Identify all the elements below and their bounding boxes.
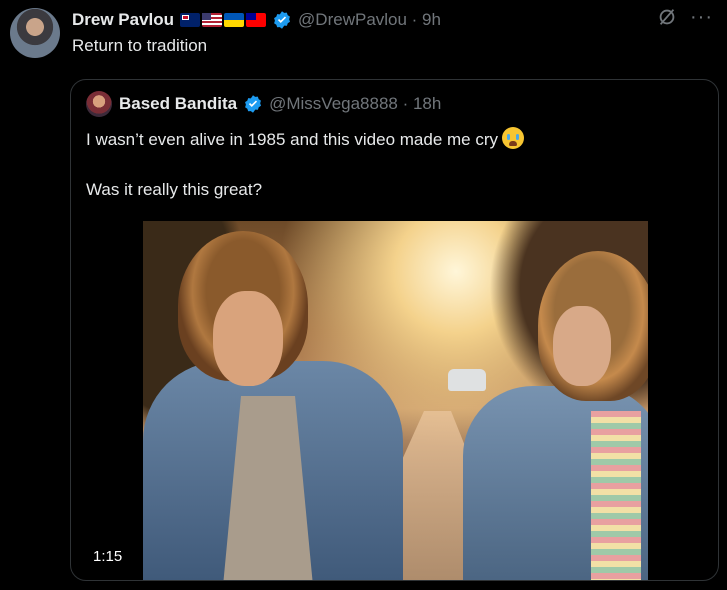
author-avatar[interactable] <box>10 8 60 58</box>
video-duration-badge: 1:15 <box>87 546 129 568</box>
grok-icon[interactable] <box>656 6 678 28</box>
quote-text: I wasn’t even alive in 1985 and this vid… <box>86 127 525 202</box>
quote-author-name[interactable]: Based Bandita <box>119 94 237 114</box>
video-player[interactable] <box>143 221 648 580</box>
verified-badge-icon[interactable] <box>272 10 292 30</box>
video-person-right-shirt <box>591 411 641 580</box>
australia-flag-icon <box>180 13 201 27</box>
quote-text-line1: I wasn’t even alive in 1985 and this vid… <box>86 130 499 149</box>
verified-badge-icon[interactable] <box>243 94 263 114</box>
ukraine-flag-icon <box>224 13 245 27</box>
more-options-icon[interactable]: ··· <box>690 7 713 27</box>
author-name[interactable]: Drew Pavlou <box>72 10 174 30</box>
taiwan-flag-icon <box>246 13 267 27</box>
flag-emojis <box>180 13 267 27</box>
crying-face-emoji-icon <box>502 127 525 149</box>
quote-handle-time[interactable]: @MissVega8888 · 18h <box>269 94 441 114</box>
quote-author-avatar[interactable] <box>86 91 112 117</box>
video-person-right-face <box>553 306 611 386</box>
tweet-text: Return to tradition <box>72 36 208 55</box>
quoted-tweet[interactable]: Based Bandita @MissVega8888 · 18h I wasn… <box>70 79 719 581</box>
united-states-flag-icon <box>202 13 223 27</box>
tweet-header: Drew Pavlou @DrewPavlou · 9h <box>72 9 441 31</box>
video-person-left-face <box>213 291 283 386</box>
tweet-actions-top: ··· <box>656 6 713 28</box>
author-handle-time[interactable]: @DrewPavlou · 9h <box>298 10 441 30</box>
quote-text-line2: Was it really this great? <box>86 180 263 199</box>
video-car <box>448 369 486 391</box>
quote-header: Based Bandita @MissVega8888 · 18h <box>86 91 441 117</box>
